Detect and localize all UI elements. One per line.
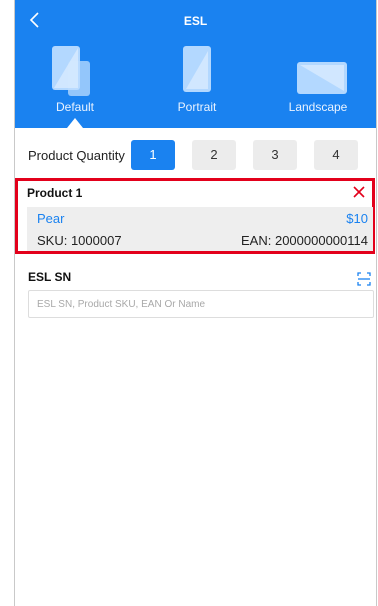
layout-option-portrait[interactable]: Portrait (152, 44, 242, 128)
product-title: Product 1 (27, 186, 83, 200)
layout-label-portrait: Portrait (177, 100, 217, 114)
product-quantity-label: Product Quantity (28, 148, 125, 163)
product-price: $10 (346, 211, 368, 226)
default-layout-icon (52, 46, 90, 96)
layout-label-default: Default (55, 100, 95, 114)
esl-sn-label: ESL SN (28, 270, 72, 284)
quantity-option-4[interactable]: 4 (314, 140, 358, 170)
product-sku: SKU: 1000007 (37, 233, 122, 248)
layout-label-landscape: Landscape (288, 100, 348, 114)
quantity-option-1[interactable]: 1 (131, 140, 175, 170)
quantity-option-3[interactable]: 3 (253, 140, 297, 170)
scan-icon[interactable] (357, 272, 371, 286)
layout-option-landscape[interactable]: Landscape (273, 44, 363, 128)
page-title: ESL (183, 14, 208, 28)
header-bar: ESL Default Portrait Landscape (15, 0, 376, 128)
close-icon[interactable] (350, 183, 368, 201)
esl-screen: ESL Default Portrait Landscape Product Q… (15, 0, 376, 606)
product-info-panel: Pear $10 SKU: 1000007 EAN: 2000000000114 (27, 207, 373, 251)
portrait-layout-icon (183, 46, 211, 92)
product-quantity-row: Product Quantity 1 2 3 4 (15, 140, 376, 170)
landscape-layout-icon (297, 62, 347, 94)
selected-indicator (67, 118, 83, 128)
quantity-option-2[interactable]: 2 (192, 140, 236, 170)
product-name: Pear (37, 211, 65, 226)
product-card: Product 1 Pear $10 SKU: 1000007 EAN: 200… (15, 178, 375, 254)
esl-search-input[interactable] (28, 290, 374, 318)
product-ean: EAN: 2000000000114 (241, 233, 368, 248)
layout-option-default[interactable]: Default (30, 44, 120, 128)
frame-right-border (376, 0, 377, 606)
